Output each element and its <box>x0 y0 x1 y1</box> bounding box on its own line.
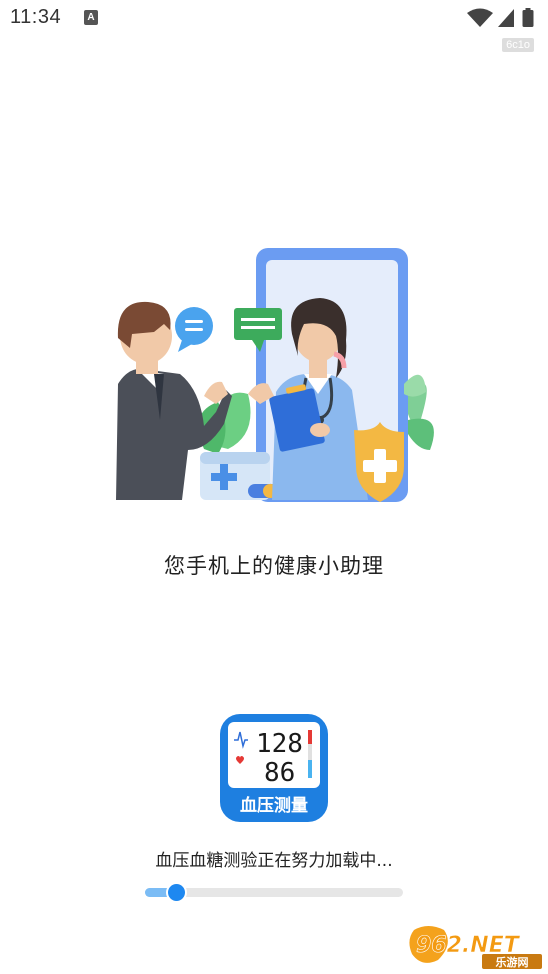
app-icon-label: 血压测量 <box>240 795 308 816</box>
status-time: 11:34 <box>10 6 62 28</box>
notification-icon: A <box>84 10 98 25</box>
loading-progress-bar <box>145 884 403 901</box>
loading-progress-knob <box>167 884 185 901</box>
loading-text: 血压血糖测验正在努力加载中... <box>155 851 393 871</box>
watermark-logo: 962.NET 乐游网 <box>409 926 542 969</box>
diastolic-reading: 86 <box>264 758 295 788</box>
svg-text:乐游网: 乐游网 <box>496 955 529 969</box>
app-icon: 128 86 血压测量 <box>220 714 328 822</box>
splash-tagline: 您手机上的健康小助理 <box>164 554 384 578</box>
cell-signal-icon <box>498 9 514 27</box>
wifi-icon <box>467 8 493 27</box>
systolic-reading: 128 <box>256 729 303 759</box>
battery-icon <box>522 8 534 27</box>
build-tag: 6c1o <box>502 38 534 52</box>
status-bar: 11:34 A <box>0 0 548 36</box>
doctor-consultation-illustration <box>116 248 434 502</box>
